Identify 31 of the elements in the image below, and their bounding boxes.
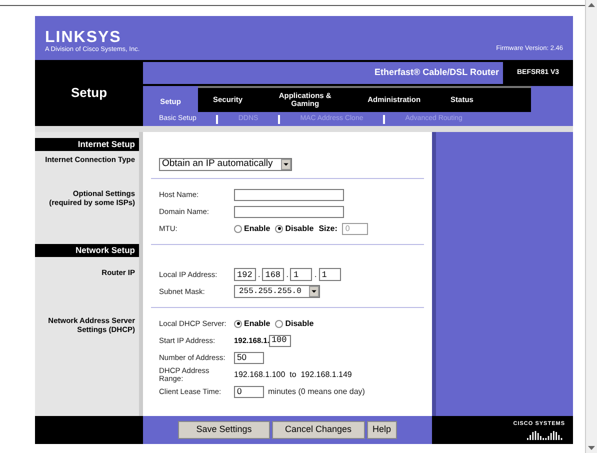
radio-option[interactable]: Disable bbox=[275, 318, 314, 330]
ip-octet-field[interactable]: 168 bbox=[262, 268, 284, 281]
input-field[interactable] bbox=[234, 188, 344, 200]
section-heading: Internet Setup bbox=[35, 138, 139, 151]
dropdown[interactable]: 255.255.255.0 bbox=[234, 285, 320, 298]
product-bar: Etherfast® Cable/DSL Router bbox=[143, 62, 503, 84]
dot-separator: . bbox=[285, 268, 290, 280]
address-range: 192.168.1.100 to 192.168.1.149 bbox=[234, 368, 352, 380]
input-field[interactable]: 50 bbox=[234, 352, 264, 364]
action-button[interactable]: Help bbox=[366, 421, 398, 439]
radio-option[interactable]: Enable bbox=[234, 222, 270, 234]
dot-separator: . bbox=[257, 268, 262, 280]
input-field[interactable] bbox=[234, 206, 344, 218]
field-hint: minutes (0 means one day) bbox=[268, 386, 365, 398]
radio-option[interactable]: Disable bbox=[275, 222, 314, 234]
size-label: Size: bbox=[318, 222, 338, 234]
linksys-logo: LINKSYS bbox=[45, 29, 122, 46]
ip-octet-field[interactable]: 192 bbox=[234, 268, 256, 281]
section-heading: Network Setup bbox=[35, 244, 139, 257]
page-title: Setup bbox=[70, 84, 108, 102]
dropdown[interactable]: Obtain an IP automatically bbox=[159, 158, 292, 171]
action-button[interactable]: Cancel Changes bbox=[272, 421, 365, 439]
input-field[interactable]: 0 bbox=[234, 386, 264, 398]
ip-octet-field[interactable]: 1 bbox=[290, 268, 312, 281]
bridge-bars-icon bbox=[525, 428, 565, 440]
dot-separator: . bbox=[313, 268, 318, 280]
action-button[interactable]: Save Settings bbox=[178, 421, 270, 439]
radio-option[interactable]: Enable bbox=[234, 318, 270, 330]
input-field[interactable]: 100 bbox=[269, 334, 292, 346]
scrollbar[interactable] bbox=[585, 0, 597, 453]
ip-octet-field[interactable]: 1 bbox=[318, 268, 341, 281]
